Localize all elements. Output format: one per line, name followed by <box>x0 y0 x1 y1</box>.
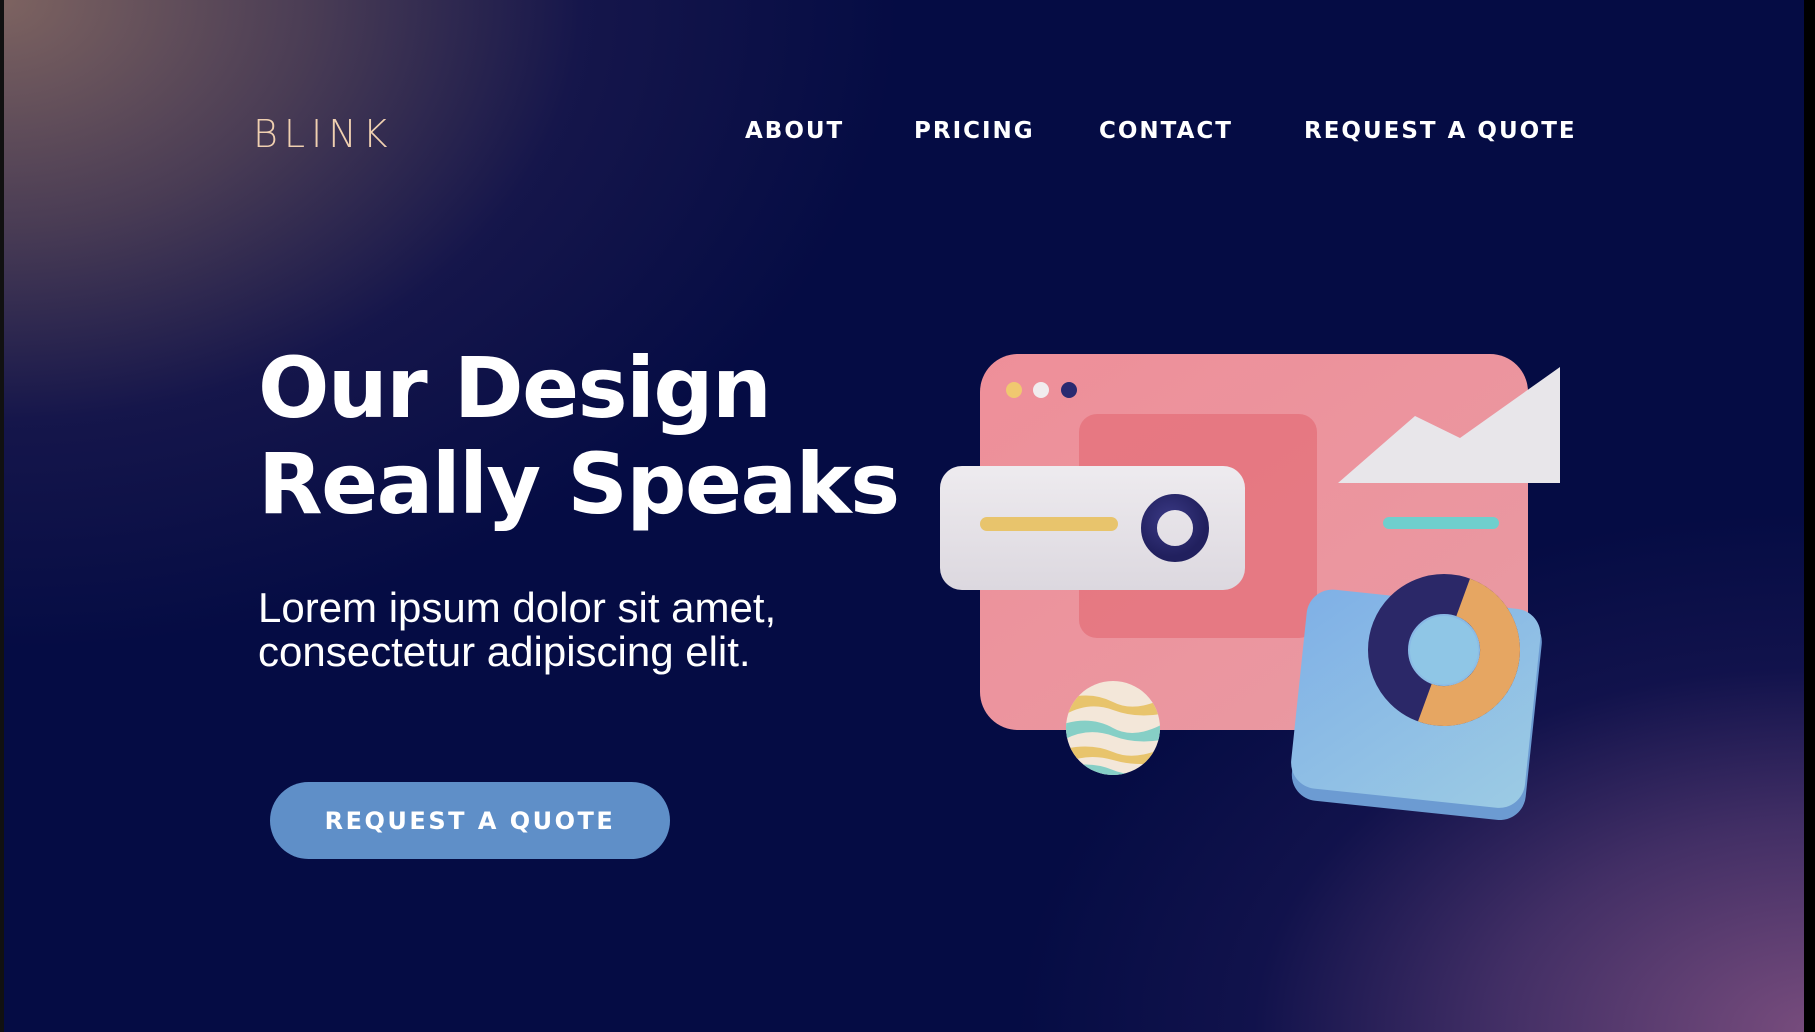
hero-subtitle: Lorem ipsum dolor sit amet, consectetur … <box>258 586 776 674</box>
donut-chart-icon <box>1291 574 1542 820</box>
hero-title-line-2: Really Speaks <box>258 435 900 533</box>
slider-panel <box>940 466 1245 590</box>
request-quote-button[interactable]: REQUEST A QUOTE <box>270 782 670 859</box>
nav-pricing-link[interactable]: PRICING <box>914 118 1035 144</box>
hero-illustration <box>930 340 1570 820</box>
nav-contact-link[interactable]: CONTACT <box>1099 118 1233 144</box>
main-nav: ABOUT PRICING CONTACT REQUEST A QUOTE <box>0 118 1815 158</box>
nav-about-link[interactable]: ABOUT <box>745 118 844 144</box>
hero-title-line-1: Our Design <box>258 339 772 437</box>
hero-subtitle-line-2: consectetur adipiscing elit. <box>258 628 751 675</box>
hero-subtitle-line-1: Lorem ipsum dolor sit amet, <box>258 584 777 631</box>
nav-request-quote-link[interactable]: REQUEST A QUOTE <box>1304 118 1577 144</box>
hero-title: Our Design Really Speaks <box>258 339 900 533</box>
